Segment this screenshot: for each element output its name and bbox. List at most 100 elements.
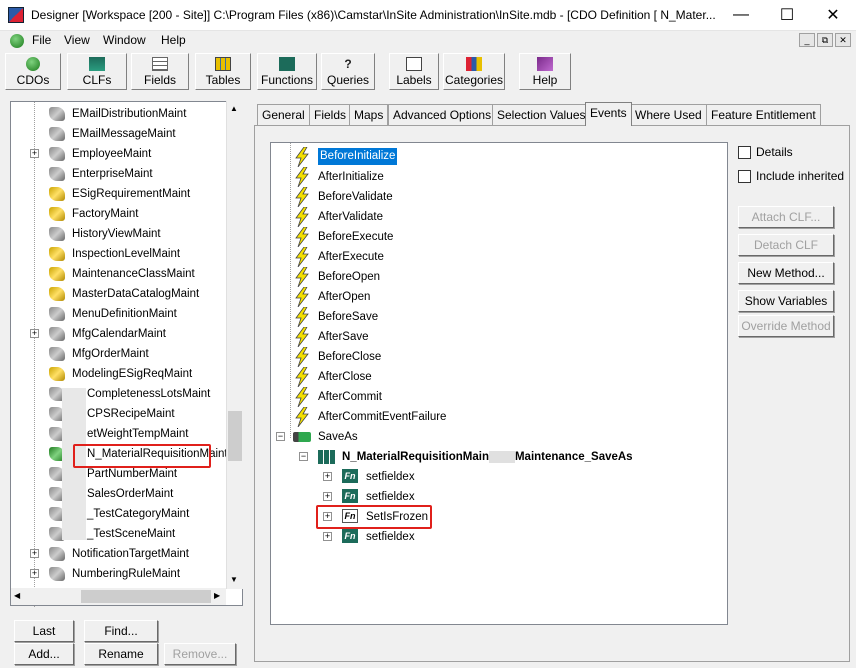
tab-general[interactable]: General (257, 104, 310, 125)
tree-item[interactable]: EMailMessageMaint (72, 124, 176, 144)
tab-advanced-options[interactable]: Advanced Options (388, 104, 497, 125)
tab-maps[interactable]: Maps (349, 104, 389, 125)
tree-item[interactable]: CPSRecipeMaint (87, 404, 175, 424)
tree-item[interactable]: EnterpriseMaint (72, 164, 153, 184)
hscroll-thumb[interactable] (81, 590, 211, 603)
tree-item[interactable]: _TestSceneMaint (87, 524, 175, 544)
last-button[interactable]: Last (14, 620, 74, 642)
wrench-icon (49, 547, 65, 561)
event-afterinitialize[interactable]: AfterInitialize (318, 167, 384, 187)
tree-item[interactable]: MenuDefinitionMaint (72, 304, 177, 324)
tree-expand-toggle[interactable]: + (30, 329, 39, 338)
menu-file[interactable]: File (32, 33, 51, 47)
event-aftervalidate[interactable]: AfterValidate (318, 207, 383, 227)
event-beforeclose[interactable]: BeforeClose (318, 347, 381, 367)
tree-item[interactable]: ESigRequirementMaint (72, 184, 190, 204)
event-beforeexecute[interactable]: BeforeExecute (318, 227, 393, 247)
event-beforesave[interactable]: BeforeSave (318, 307, 378, 327)
tree-item[interactable]: MfgCalendarMaint (72, 324, 166, 344)
show-variables-button[interactable]: Show Variables (738, 290, 834, 312)
tree-item[interactable]: ModelingESigReqMaint (72, 364, 192, 384)
tables-button[interactable]: Tables (195, 53, 251, 90)
event-afteropen[interactable]: AfterOpen (318, 287, 370, 307)
tree-item[interactable]: NotificationTargetMaint (72, 544, 189, 564)
menu-help[interactable]: Help (161, 33, 186, 47)
scroll-left-icon[interactable]: ◀ (14, 591, 20, 600)
fields-button[interactable]: Fields (131, 53, 189, 90)
new-method-button[interactable]: New Method... (738, 262, 834, 284)
scroll-thumb[interactable] (228, 411, 242, 461)
child-expand-toggle[interactable]: + (323, 472, 332, 481)
tree-horizontal-scrollbar[interactable]: ◀ ▶ (11, 588, 226, 605)
event-beforeopen[interactable]: BeforeOpen (318, 267, 380, 287)
fields-icon (152, 57, 168, 71)
method-collapse-toggle[interactable]: − (299, 452, 308, 461)
child-expand-toggle[interactable]: + (323, 532, 332, 541)
functions-button[interactable]: Functions (257, 53, 317, 90)
scroll-down-icon[interactable]: ▼ (230, 575, 238, 584)
details-checkbox[interactable] (738, 146, 751, 159)
clfs-button[interactable]: CLFs (67, 53, 127, 90)
queries-button[interactable]: ? Queries (321, 53, 375, 90)
event-aftercommiteventfailure[interactable]: AfterCommitEventFailure (318, 407, 446, 427)
mdi-close-button[interactable]: ✕ (835, 33, 851, 47)
cdos-button[interactable]: CDOs (5, 53, 61, 90)
tree-item[interactable]: EmployeeMaint (72, 144, 151, 164)
event-beforevalidate[interactable]: BeforeValidate (318, 187, 393, 207)
child-setfieldex-2[interactable]: setfieldex (366, 487, 415, 507)
child-setfieldex-3[interactable]: setfieldex (366, 527, 415, 547)
tab-fields[interactable]: Fields (309, 104, 352, 125)
labels-button[interactable]: Labels (389, 53, 439, 90)
tree-item[interactable]: etWeightTempMaint (87, 424, 188, 444)
help-button[interactable]: Help (519, 53, 571, 90)
event-aftercommit[interactable]: AfterCommit (318, 387, 382, 407)
tab-selection-values[interactable]: Selection Values (492, 104, 591, 125)
tab-feature-entitlement[interactable]: Feature Entitlement (706, 104, 821, 125)
add-button[interactable]: Add... (14, 643, 74, 665)
saveas-event[interactable]: SaveAs (318, 427, 358, 447)
event-aftersave[interactable]: AfterSave (318, 327, 369, 347)
help-book-icon (537, 57, 553, 71)
wrench-icon (49, 147, 65, 161)
tree-item[interactable]: SalesOrderMaint (87, 484, 173, 504)
method-name[interactable]: N_MaterialRequisitionMain Maintenance_Sav… (342, 447, 633, 467)
tree-item[interactable]: EMailDistributionMaint (72, 104, 186, 124)
tree-item[interactable]: InspectionLevelMaint (72, 244, 180, 264)
tree-item[interactable]: NumberingRuleMaint (72, 564, 180, 584)
scroll-right-icon[interactable]: ▶ (214, 591, 220, 600)
mdi-minimize-button[interactable]: _ (799, 33, 815, 47)
tree-item[interactable]: _TestCategoryMaint (87, 504, 189, 524)
tree-expand-toggle[interactable]: + (30, 549, 39, 558)
event-beforeinitialize[interactable]: BeforeInitialize (318, 148, 398, 165)
event-afterexecute[interactable]: AfterExecute (318, 247, 384, 267)
events-tree[interactable]: BeforeInitialize AfterInitialize BeforeVal… (270, 142, 728, 625)
scroll-up-icon[interactable]: ▲ (230, 104, 238, 113)
event-afterclose[interactable]: AfterClose (318, 367, 372, 387)
close-button[interactable]: ✕ (810, 0, 856, 30)
menu-window[interactable]: Window (103, 33, 146, 47)
tree-item[interactable]: MasterDataCatalogMaint (72, 284, 199, 304)
tree-vertical-scrollbar[interactable]: ▲ ▼ (226, 101, 243, 589)
include-inherited-checkbox[interactable] (738, 170, 751, 183)
maximize-button[interactable]: ☐ (764, 0, 810, 30)
child-expand-toggle[interactable]: + (323, 492, 332, 501)
mdi-restore-button[interactable]: ⧉ (817, 33, 833, 47)
tree-item[interactable]: CompletenessLotsMaint (87, 384, 210, 404)
child-setfieldex-1[interactable]: setfieldex (366, 467, 415, 487)
tree-item[interactable]: HistoryViewMaint (72, 224, 161, 244)
tab-where-used[interactable]: Where Used (630, 104, 707, 125)
minimize-button[interactable]: — (718, 0, 764, 30)
find-button[interactable]: Find... (84, 620, 158, 642)
rename-button[interactable]: Rename (84, 643, 158, 665)
highlight-box (73, 444, 211, 468)
tree-expand-toggle[interactable]: + (30, 149, 39, 158)
tree-expand-toggle[interactable]: + (30, 569, 39, 578)
categories-button[interactable]: Categories (443, 53, 505, 90)
tree-item[interactable]: MfgOrderMaint (72, 344, 149, 364)
cdo-tree[interactable]: EMailDistributionMaint EMailMessageMaint +… (10, 101, 243, 607)
menu-view[interactable]: View (64, 33, 90, 47)
tree-item[interactable]: MaintenanceClassMaint (72, 264, 195, 284)
tab-events[interactable]: Events (585, 102, 632, 126)
saveas-collapse-toggle[interactable]: − (276, 432, 285, 441)
tree-item[interactable]: FactoryMaint (72, 204, 138, 224)
